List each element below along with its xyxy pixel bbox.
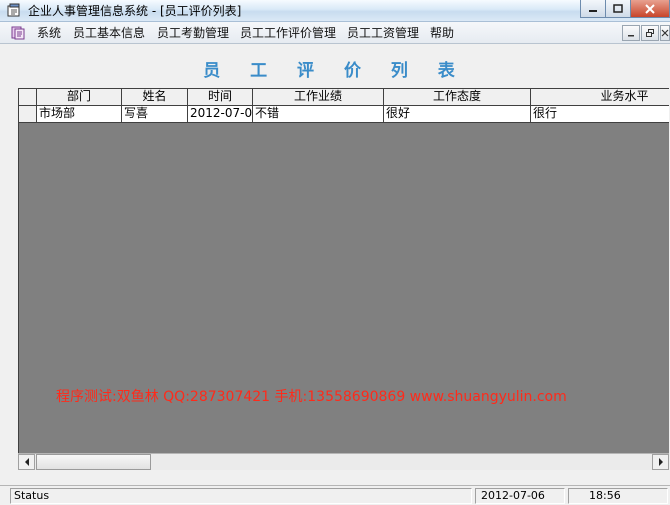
- cell-department[interactable]: 市场部: [37, 106, 122, 122]
- status-text: Status: [10, 488, 472, 504]
- title-bar[interactable]: 企业人事管理信息系统 - [员工评价列表]: [0, 0, 670, 22]
- minimize-button[interactable]: [580, 0, 606, 18]
- mdi-document-icon[interactable]: [10, 25, 26, 41]
- column-header-skill[interactable]: 业务水平: [531, 89, 669, 105]
- tester-watermark: 程序测试:双鱼林 QQ:287307421 手机:13558690869 www…: [56, 389, 567, 405]
- maximize-icon: [613, 3, 623, 13]
- evaluation-grid[interactable]: 部门 姓名 时间 工作业绩 工作态度 业务水平 市场部 写喜 2012-07-0…: [18, 88, 669, 470]
- status-bar: Status 2012-07-06 18:56: [0, 485, 670, 505]
- column-header-performance[interactable]: 工作业绩: [253, 89, 384, 105]
- menu-system[interactable]: 系统: [37, 25, 61, 41]
- arrow-right-icon: [658, 458, 663, 466]
- child-restore-button[interactable]: [641, 25, 659, 41]
- minimize-icon: [589, 9, 597, 12]
- cell-name[interactable]: 写喜: [122, 106, 188, 122]
- menu-bar: 系统 员工基本信息 员工考勤管理 员工工作评价管理 员工工资管理 帮助: [0, 22, 670, 44]
- app-window-icon[interactable]: [6, 3, 22, 19]
- window-controls: [580, 0, 670, 20]
- row-selector-header[interactable]: [19, 89, 37, 105]
- menu-evaluation[interactable]: 员工工作评价管理: [240, 25, 336, 41]
- scroll-thumb[interactable]: [36, 454, 151, 470]
- menu-employee-info[interactable]: 员工基本信息: [73, 25, 145, 41]
- close-button[interactable]: [630, 0, 670, 18]
- cell-date[interactable]: 2012-07-01: [188, 106, 253, 122]
- minimize-icon: [628, 35, 634, 37]
- scroll-left-button[interactable]: [18, 454, 35, 470]
- table-row[interactable]: 市场部 写喜 2012-07-01 不错 很好 很行: [19, 106, 669, 123]
- cell-performance[interactable]: 不错: [253, 106, 384, 122]
- menu-help[interactable]: 帮助: [430, 25, 454, 41]
- cell-attitude[interactable]: 很好: [384, 106, 531, 122]
- window-title: 企业人事管理信息系统 - [员工评价列表]: [28, 4, 242, 18]
- horizontal-scrollbar[interactable]: [18, 453, 669, 470]
- status-time: 18:56: [568, 488, 668, 504]
- menu-salary[interactable]: 员工工资管理: [347, 25, 419, 41]
- arrow-left-icon: [24, 458, 29, 466]
- scroll-right-button[interactable]: [652, 454, 669, 470]
- menu-attendance[interactable]: 员工考勤管理: [157, 25, 229, 41]
- close-icon: [645, 3, 655, 14]
- cell-skill[interactable]: 很行: [531, 106, 669, 122]
- column-header-department[interactable]: 部门: [37, 89, 122, 105]
- page-title: 员 工 评 价 列 表: [203, 61, 467, 81]
- grid-header-row: 部门 姓名 时间 工作业绩 工作态度 业务水平: [19, 89, 669, 106]
- column-header-attitude[interactable]: 工作态度: [384, 89, 531, 105]
- maximize-button[interactable]: [605, 0, 631, 18]
- row-selector[interactable]: [19, 106, 37, 122]
- status-date: 2012-07-06: [475, 488, 565, 504]
- restore-icon: [646, 29, 654, 37]
- child-minimize-button[interactable]: [622, 25, 640, 41]
- column-header-name[interactable]: 姓名: [122, 89, 188, 105]
- child-close-button[interactable]: [660, 25, 670, 41]
- column-header-date[interactable]: 时间: [188, 89, 253, 105]
- close-icon: [661, 29, 669, 37]
